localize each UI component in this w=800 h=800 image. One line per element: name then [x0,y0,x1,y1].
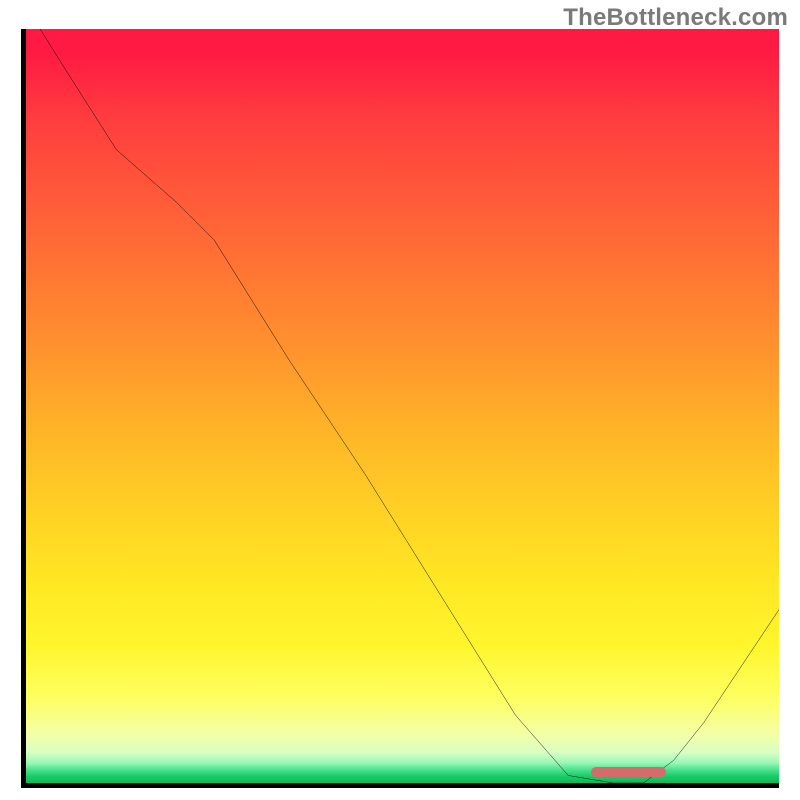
curve-svg [26,29,779,783]
bottleneck-curve-path [26,29,779,783]
plot-area [26,29,779,783]
plot-axes [21,29,779,788]
watermark-text: TheBottleneck.com [563,4,788,32]
optimal-range-marker [591,767,666,777]
chart-container: TheBottleneck.com [0,0,800,800]
